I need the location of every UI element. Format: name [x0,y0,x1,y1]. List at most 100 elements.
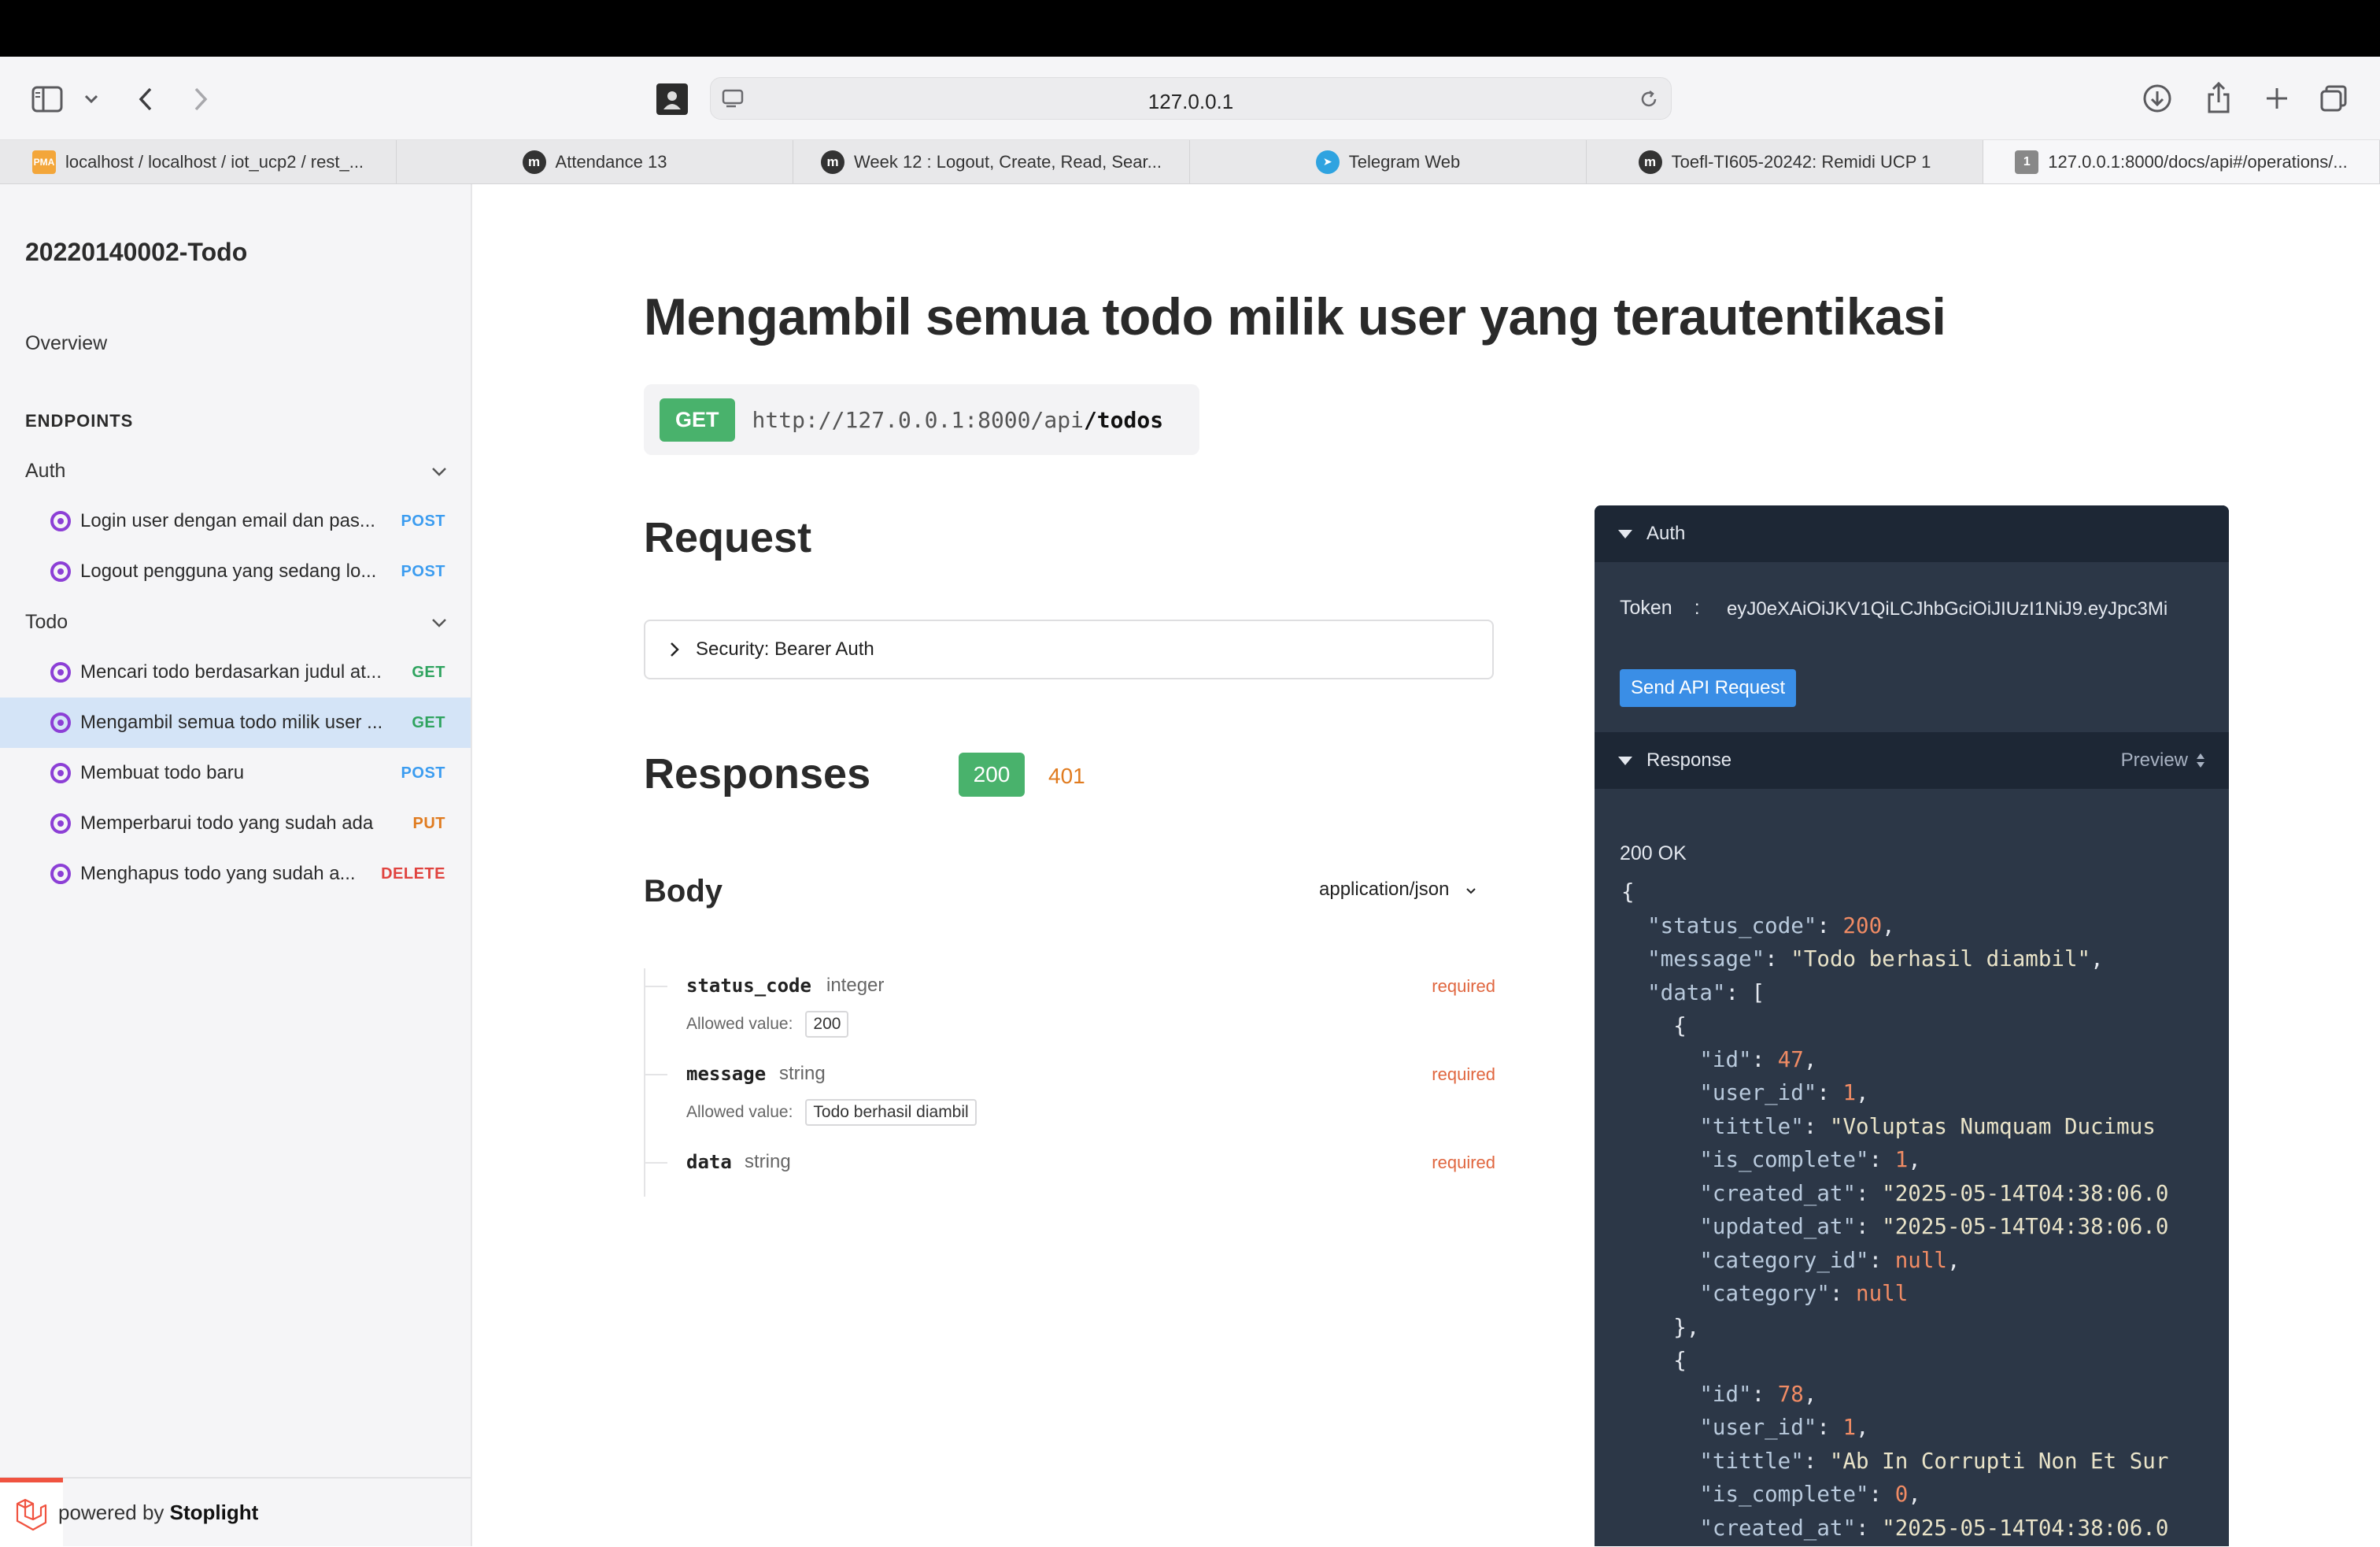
tab-overview-icon[interactable] [2317,82,2350,115]
allowed-value: Todo berhasil diambil [805,1099,977,1126]
main-content: Mengambil semua todo milik user yang ter… [472,184,2380,1546]
response-section-header[interactable]: Response Preview [1595,732,2229,789]
telegram-icon: ➤ [1315,150,1340,174]
method-badge: POST [401,512,445,530]
sidebar-group-todo[interactable]: Todo [25,611,447,634]
caret-down-icon [1618,529,1632,538]
powered-by-footer[interactable]: powered by Stoplight [0,1477,471,1547]
menu-bar [0,0,2380,57]
project-title: 20220140002-Todo [25,238,248,266]
chevron-down-icon [432,618,446,627]
tab-phpmyadmin[interactable]: PMA localhost / localhost / iot_ucp2 / re… [0,140,397,183]
json-value: 200 [1842,912,1883,938]
sidebar-item-search-todo[interactable]: Mencari todo berdasarkan judul at... GET [0,647,471,698]
endpoint-icon [50,712,71,733]
content-type-select[interactable]: application/json [1319,879,1476,901]
sidebar-item-overview[interactable]: Overview [25,332,107,355]
json-value: 47 [1777,1046,1804,1072]
token-label: Token: [1620,597,1700,619]
json-value: Todo berhasil diambil [1803,946,2078,972]
method-badge: POST [401,764,445,782]
json-value: 2025-05-14T04:38:06.0 [1894,1515,2169,1541]
sidebar-item-logout[interactable]: Logout pengguna yang sedang lo... POST [0,546,471,597]
moodle-icon: m [821,150,845,174]
json-value: 2025-05-14T04:38:06.0 [1894,1180,2169,1206]
sidebar-item-login[interactable]: Login user dengan email dan pas... POST [0,496,471,546]
json-value: Ab In Corrupti Non Et Sur [1842,1448,2169,1474]
caret-down-icon [1618,756,1632,765]
address-bar[interactable]: 127.0.0.1 [710,77,1672,120]
profile-avatar-icon[interactable] [656,83,688,115]
sidebar-item-delete-todo[interactable]: Menghapus todo yang sudah a... DELETE [0,849,471,899]
preview-select[interactable]: Preview [2121,749,2205,772]
tab-strip: PMA localhost / localhost / iot_ucp2 / re… [0,140,2380,184]
response-code-200[interactable]: 200 [959,753,1025,797]
sidebar-group-auth[interactable]: Auth [25,460,447,483]
response-status: 200 OK [1620,842,1687,864]
json-value: 1 [1842,1080,1857,1105]
token-input[interactable]: eyJ0eXAiOiJKV1QiLCJhbGciOiJIUzI1NiJ9.eyJ… [1727,598,2215,620]
method-badge: DELETE [381,864,445,883]
url-text: 127.0.0.1 [1148,90,1234,113]
security-accordion[interactable]: Security: Bearer Auth [644,620,1494,679]
method-badge: POST [401,562,445,580]
method-badge: GET [660,398,735,442]
page-icon: 1 [2015,150,2039,174]
endpoint-icon [50,763,71,783]
tab-api-docs[interactable]: 1 127.0.0.1:8000/docs/api#/operations/... [1983,140,2380,183]
sidebar-toggle-icon[interactable] [30,83,65,115]
endpoint-icon [50,813,71,834]
auth-section-header[interactable]: Auth [1595,505,2229,562]
allowed-value: 200 [805,1011,849,1038]
moodle-icon: m [1638,150,1662,174]
chevron-right-icon [671,642,679,657]
pma-icon: PMA [31,150,56,174]
body-heading: Body [644,874,722,909]
json-value: null [1894,1247,1947,1273]
response-code-401[interactable]: 401 [1048,764,1085,789]
tab-week-12[interactable]: m Week 12 : Logout, Create, Read, Sear... [793,140,1190,183]
endpoints-heading: ENDPOINTS [25,411,134,431]
reload-icon[interactable] [1636,87,1661,111]
back-icon[interactable] [132,83,159,115]
moodle-icon: m [522,150,546,174]
endpoint-url: GET http://127.0.0.1:8000/api/todos [644,384,1199,455]
method-badge: PUT [412,814,445,832]
tab-toefl[interactable]: m Toefl-TI605-20242: Remidi UCP 1 [1587,140,1983,183]
response-json: { "status_code": 200, "message": "Todo b… [1621,879,2169,1541]
json-value: 1 [1842,1415,1857,1440]
forward-icon[interactable] [187,83,214,115]
sidebar-item-get-todos[interactable]: Mengambil semua todo milik user ... GET [0,698,471,748]
sort-icon [2197,753,2204,768]
download-icon[interactable] [2141,82,2174,115]
try-it-panel: Auth Token: eyJ0eXAiOiJKV1QiLCJhbGciOiJI… [1595,505,2229,1546]
send-api-request-button[interactable]: Send API Request [1620,669,1797,707]
chevron-down-icon [1466,888,1476,894]
endpoint-icon [50,864,71,884]
sidebar: 20220140002-Todo Overview ENDPOINTS Auth… [0,184,472,1547]
json-value: null [1856,1281,1909,1306]
new-tab-icon[interactable] [2260,82,2293,115]
method-badge: GET [412,713,445,731]
json-value: Voluptas Numquam Ducimus [1842,1113,2156,1139]
tab-attendance[interactable]: m Attendance 13 [397,140,793,183]
request-heading: Request [644,514,812,561]
json-value: 1 [1894,1147,1909,1172]
endpoint-icon [50,662,71,683]
sidebar-item-update-todo[interactable]: Memperbarui todo yang sudah ada PUT [0,798,471,849]
endpoint-icon [50,511,71,531]
responses-heading: Responses [644,750,871,798]
method-badge: GET [412,663,445,681]
schema-fields: status_code integer required Allowed val… [644,968,1495,1197]
chevron-down-icon[interactable] [82,88,101,110]
share-icon[interactable] [2202,80,2235,115]
laravel-logo-icon [0,1478,63,1547]
json-value: 2025-05-14T04:38:06.0 [1894,1214,2169,1239]
endpoint-icon [50,561,71,582]
tab-telegram[interactable]: ➤ Telegram Web [1190,140,1587,183]
sidebar-item-create-todo[interactable]: Membuat todo baru POST [0,748,471,798]
json-value: 0 [1894,1482,1909,1507]
browser-toolbar: 127.0.0.1 [0,57,2380,140]
json-value: 78 [1777,1381,1804,1407]
chevron-down-icon [432,467,446,476]
